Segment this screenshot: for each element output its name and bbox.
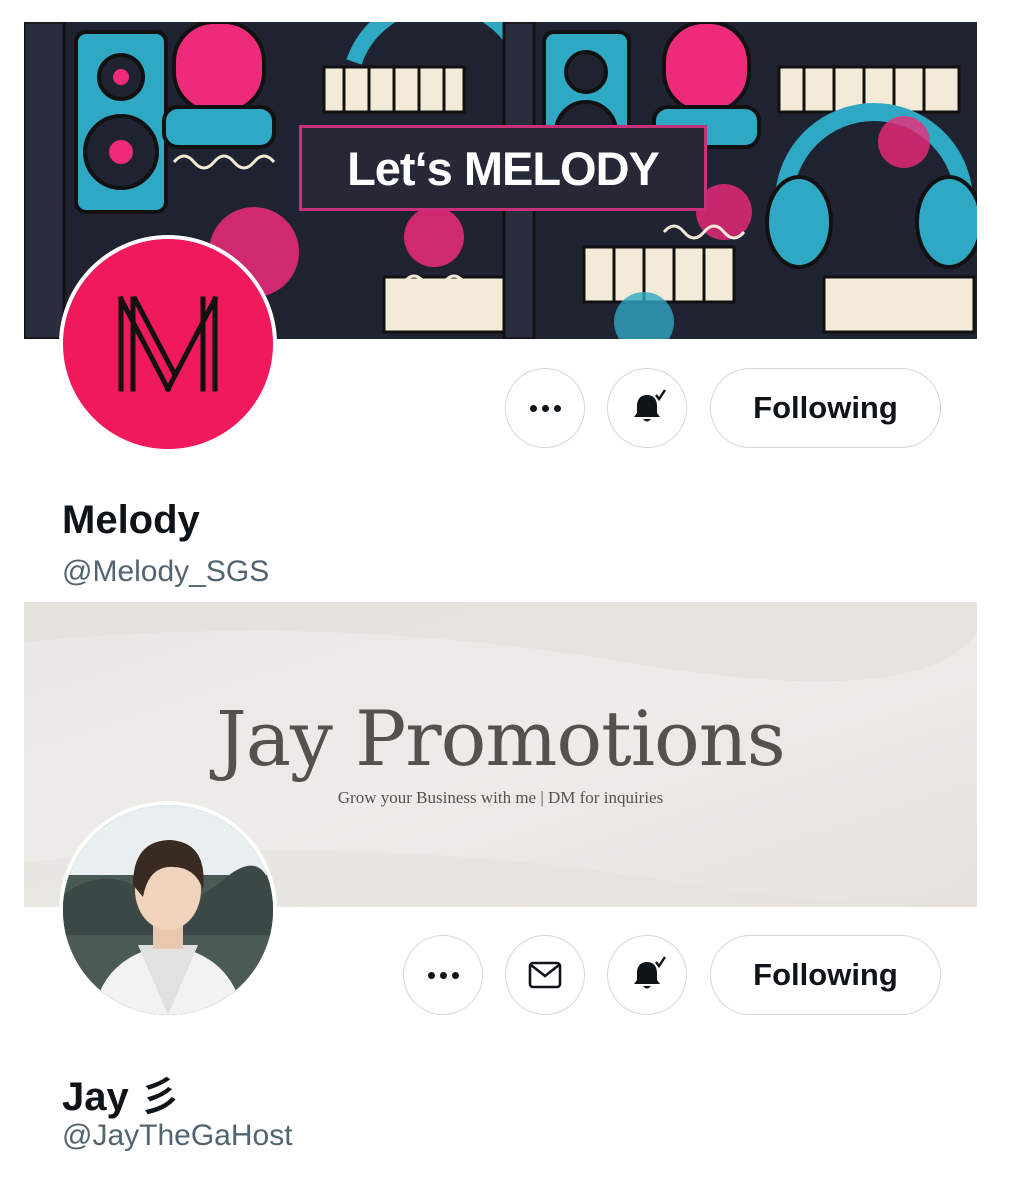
following-button[interactable]: Following xyxy=(710,935,941,1015)
display-name: Melody xyxy=(62,498,200,542)
bell-check-icon xyxy=(634,956,666,989)
following-button[interactable]: Following xyxy=(710,368,941,448)
display-name: Jay 彡 xyxy=(62,1075,180,1119)
banner-title: Jay Promotions xyxy=(216,694,785,783)
user-handle: @JayTheGaHost xyxy=(62,1119,293,1152)
profile-card-jay: Jay Promotions Grow your Business with m… xyxy=(0,602,1014,1162)
avatar-melody[interactable] xyxy=(59,235,277,453)
more-button[interactable] xyxy=(403,935,483,1015)
user-handle: @Melody_SGS xyxy=(62,555,270,588)
more-button[interactable] xyxy=(505,368,585,448)
avatar-photo xyxy=(63,805,273,1015)
avatar-jay[interactable] xyxy=(59,801,277,1019)
envelope-icon xyxy=(528,961,562,989)
melody-logo xyxy=(63,239,273,449)
bell-check-icon xyxy=(634,389,666,422)
banner-title: Let‘s MELODY xyxy=(299,125,707,211)
notifications-button[interactable] xyxy=(607,368,687,448)
more-dots-icon xyxy=(427,971,459,979)
message-button[interactable] xyxy=(505,935,585,1015)
more-dots-icon xyxy=(529,404,561,412)
notifications-button[interactable] xyxy=(607,935,687,1015)
profile-card-melody: Let‘s MELODY Following Melody @Melody_SG xyxy=(0,22,1014,600)
